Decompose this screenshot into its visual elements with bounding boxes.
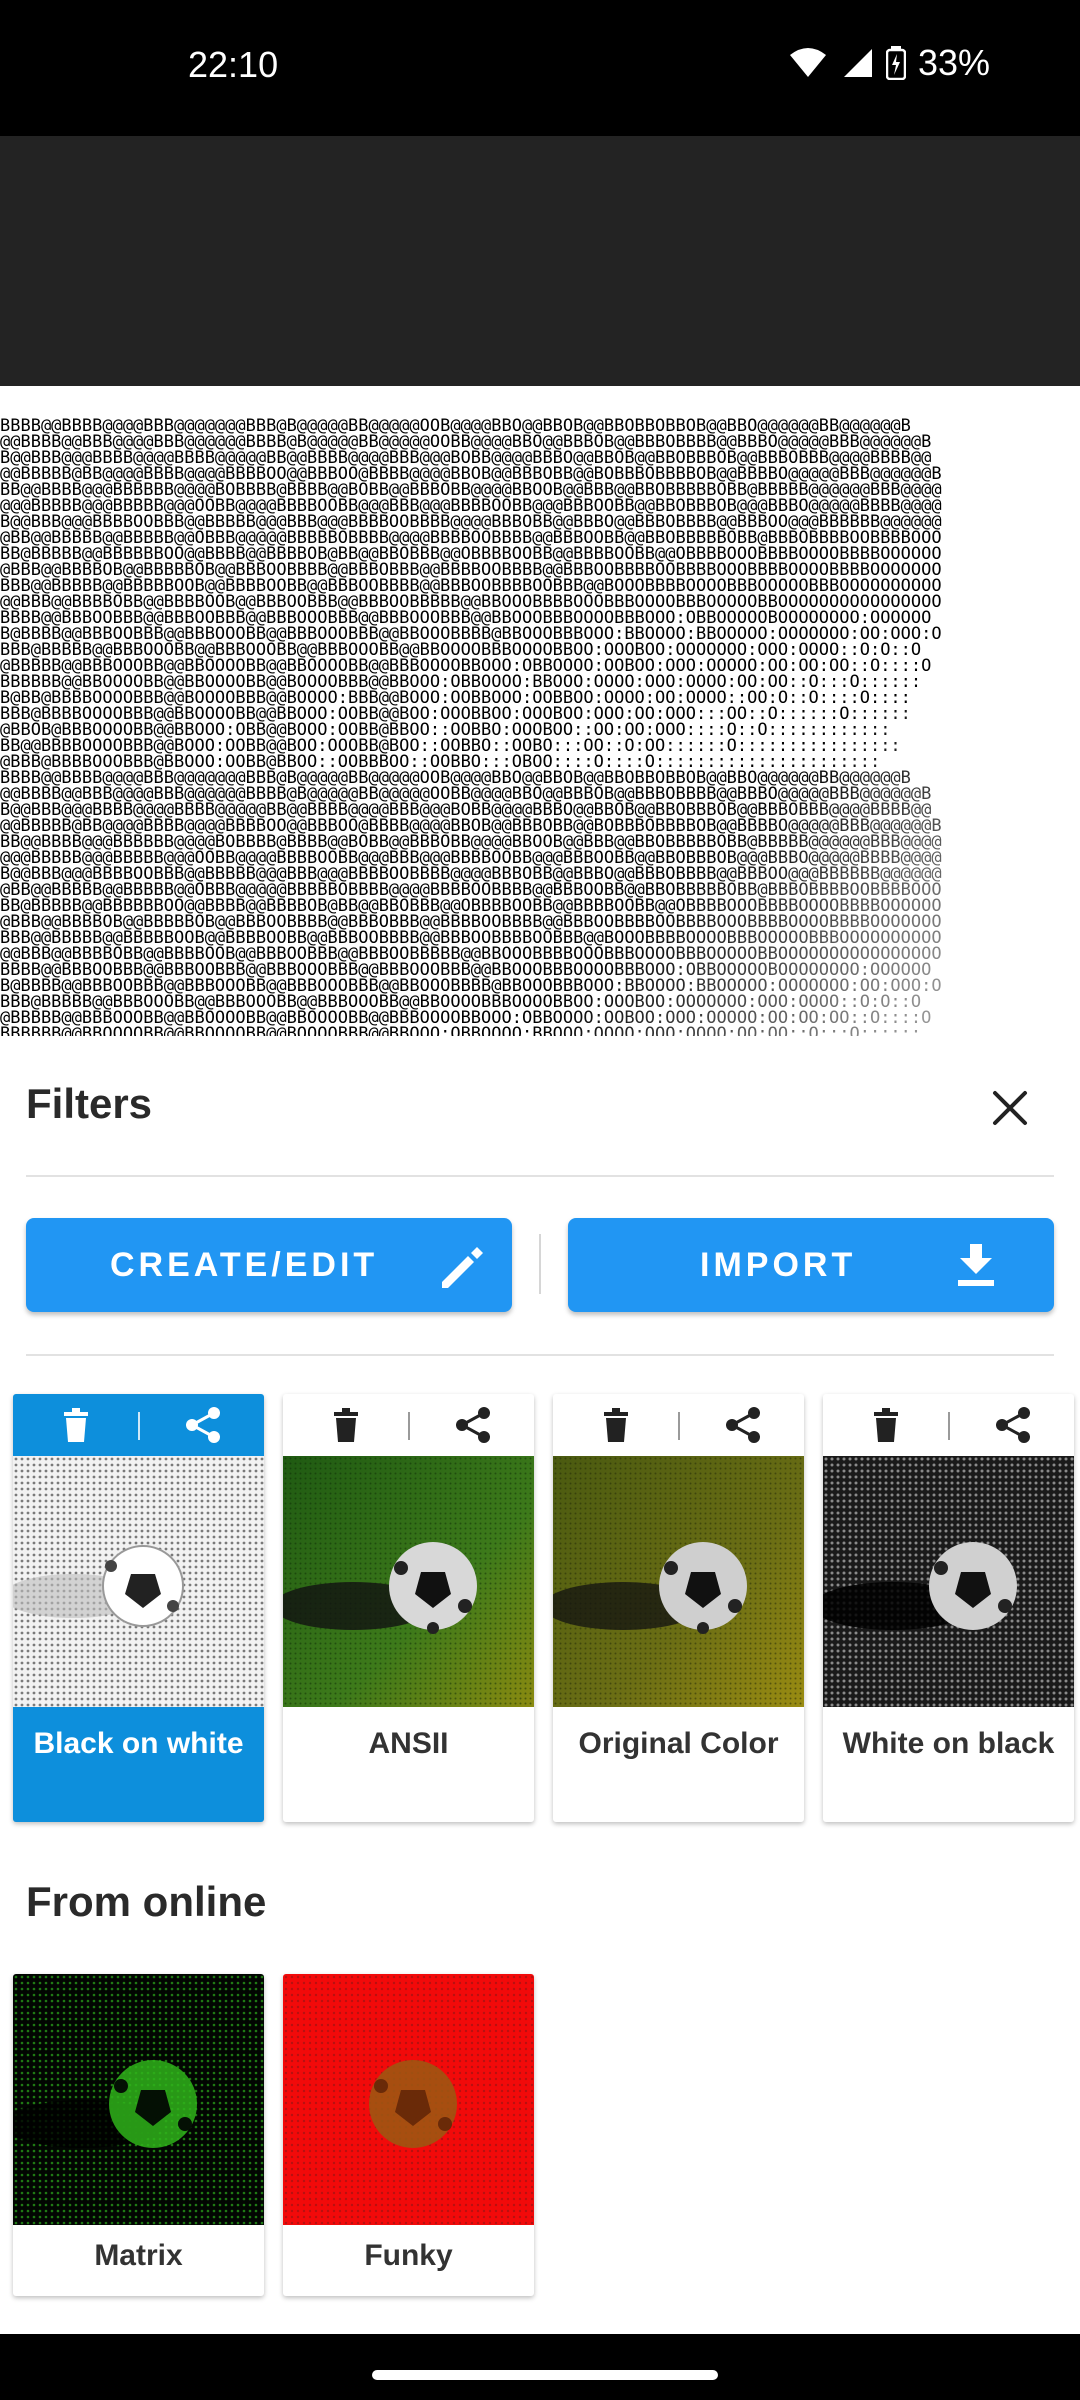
filter-card-ansii[interactable]: ANSII [283, 1394, 534, 1822]
filter-name: Original Color [578, 1727, 779, 1760]
filter-card-white-on-black[interactable]: White on black [823, 1394, 1074, 1822]
wifi-icon [789, 48, 826, 77]
filter-name: Funky [364, 2239, 453, 2272]
filters-title: Filters [26, 1080, 153, 1127]
ascii-rows: BBBB@@BBBB@@@@BBB@@@@@@@BBB@B@@@@@BB@@@@… [0, 418, 1080, 1037]
share-icon [455, 1407, 490, 1443]
status-time: 22:10 [188, 44, 279, 85]
button-separator [539, 1234, 541, 1294]
filter-card-original-color[interactable]: Original Color [553, 1394, 804, 1822]
share-icon [725, 1407, 760, 1443]
share-button[interactable] [410, 1394, 534, 1456]
import-button[interactable]: IMPORT [568, 1218, 1054, 1312]
share-button[interactable] [140, 1394, 264, 1456]
filter-thumbnail [283, 1974, 534, 2225]
card-actions [823, 1394, 1074, 1456]
ascii-row: BBBBBB@@BBOOOOBB@@BBOOOOBB@@BOOOOBBB@@BB… [0, 1024, 922, 1037]
signal-icon [843, 49, 872, 77]
filter-card-black-on-white[interactable]: Black on white [13, 1394, 264, 1822]
trash-icon [603, 1408, 628, 1442]
download-icon [958, 1244, 994, 1286]
share-icon [185, 1407, 220, 1443]
filter-name: ANSII [368, 1727, 449, 1760]
battery-icon [885, 46, 906, 80]
ascii-preview: BBBB@@BBBB@@@@BBB@@@@@@@BBB@B@@@@@BB@@@@… [0, 386, 1080, 1036]
filter-thumbnail [553, 1456, 804, 1707]
filter-name: Matrix [94, 2239, 183, 2272]
pencil-icon [442, 1247, 483, 1288]
online-section-title: From online [26, 1878, 267, 1925]
divider [26, 1175, 1054, 1177]
card-actions [283, 1394, 534, 1456]
filter-name: White on black [842, 1727, 1055, 1760]
share-button[interactable] [950, 1394, 1074, 1456]
home-gesture-handle[interactable] [372, 2370, 718, 2380]
filter-name: Black on white [33, 1727, 244, 1760]
delete-button[interactable] [823, 1394, 948, 1456]
trash-icon [63, 1408, 88, 1442]
share-button[interactable] [680, 1394, 804, 1456]
filter-thumbnail [823, 1456, 1074, 1707]
card-actions [553, 1394, 804, 1456]
navigation-bar [0, 2334, 1080, 2400]
preview-header [0, 136, 1080, 386]
delete-button[interactable] [13, 1394, 138, 1456]
status-icons: 33% [788, 42, 990, 84]
delete-button[interactable] [553, 1394, 678, 1456]
battery-percent: 33% [917, 42, 990, 83]
create-edit-button[interactable]: CREATE/EDIT [26, 1218, 512, 1312]
close-button[interactable] [980, 1078, 1040, 1138]
divider [26, 1354, 1054, 1356]
import-label: IMPORT [700, 1245, 857, 1284]
filter-thumbnail [13, 1456, 264, 1707]
filter-thumbnail [13, 1974, 264, 2225]
create-edit-label: CREATE/EDIT [110, 1245, 379, 1284]
filter-thumbnail [283, 1456, 534, 1707]
delete-button[interactable] [283, 1394, 408, 1456]
status-bar: 22:10 33% [0, 0, 1080, 136]
card-actions [13, 1394, 264, 1456]
online-filter-funky[interactable]: Funky [283, 1974, 534, 2296]
trash-icon [873, 1408, 898, 1442]
online-filter-matrix[interactable]: Matrix [13, 1974, 264, 2296]
close-icon [993, 1091, 1027, 1125]
trash-icon [333, 1408, 358, 1442]
share-icon [995, 1407, 1030, 1443]
